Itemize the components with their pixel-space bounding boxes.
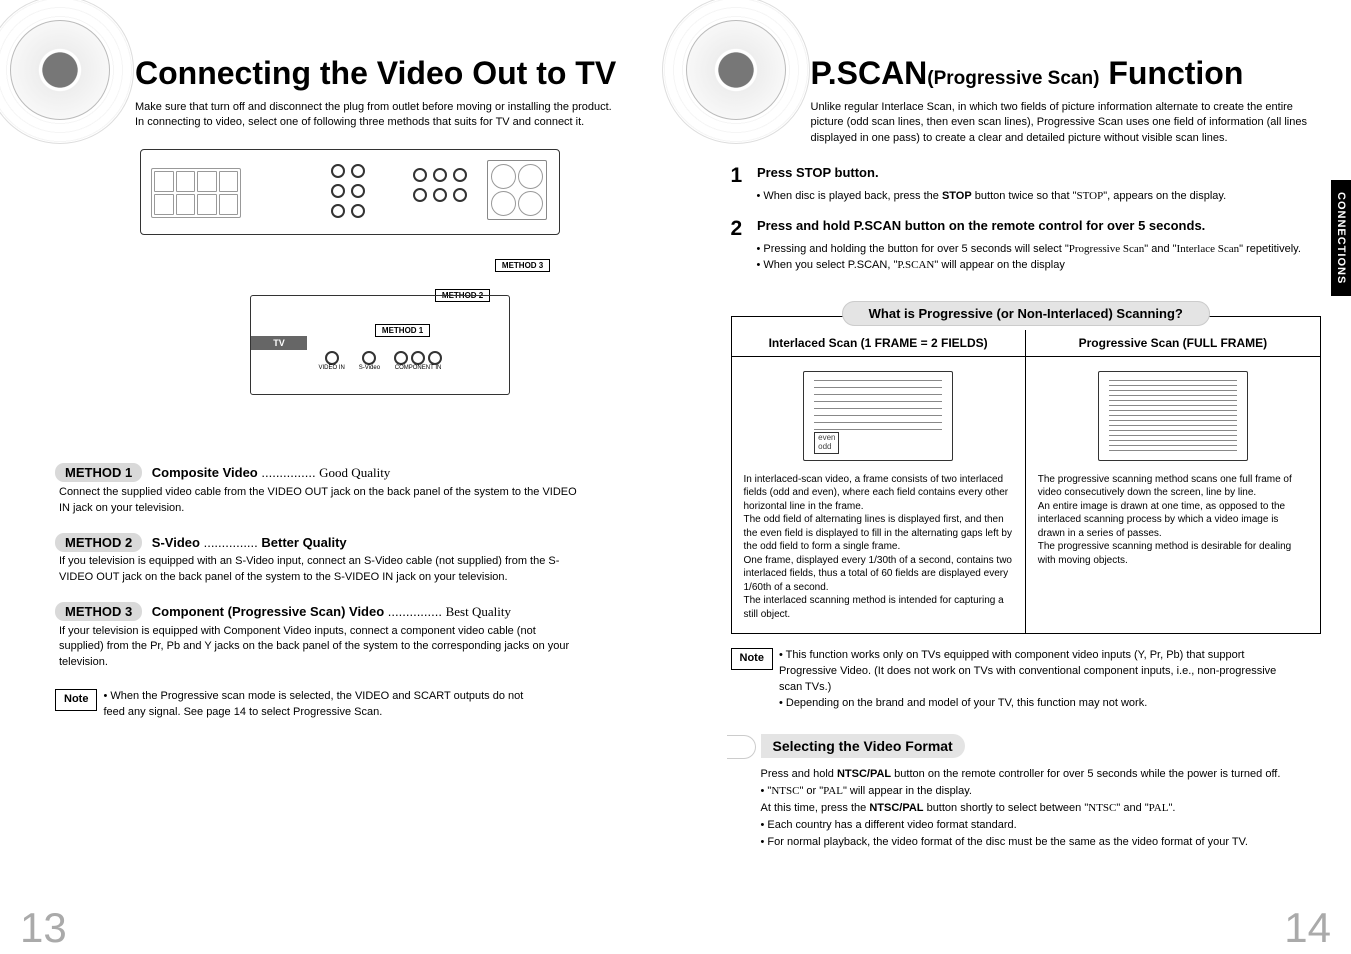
receiver-back — [140, 149, 560, 235]
whatbox-right-text: The progressive scanning method scans on… — [1038, 473, 1308, 568]
tv-box: TV VIDEO IN S-Video COMPONENT IN — [250, 295, 510, 395]
dots: ............... — [388, 604, 446, 619]
progressive-scan-icon — [1098, 371, 1248, 461]
ports-cluster-right — [413, 168, 469, 204]
step-1-num: 1 — [731, 164, 753, 188]
whatbox: What is Progressive (or Non-Interlaced) … — [731, 316, 1322, 635]
page-title-right: P.SCAN(Progressive Scan) Function — [811, 55, 1322, 92]
note-right: Note This function works only on TVs equ… — [731, 648, 1322, 712]
diagram-tag-method3: METHOD 3 — [495, 259, 550, 272]
method-2-name: S-Video — [152, 535, 200, 550]
tv-label: TV — [251, 336, 307, 350]
method-3-desc: If your television is equipped with Comp… — [59, 624, 579, 672]
intro-text-left: Make sure that turn off and disconnect t… — [135, 100, 646, 131]
step-2: 2 Press and hold P.SCAN button on the re… — [731, 217, 1322, 274]
ports-cluster-left — [151, 168, 241, 218]
method-2-desc: If you television is equipped with an S-… — [59, 554, 579, 586]
vf-b1: "NTSC" or "PAL" will appear in the displ… — [761, 783, 1322, 817]
ports-cluster-mid — [331, 164, 367, 220]
video-format-heading: Selecting the Video Format — [761, 734, 965, 758]
note-label-right: Note — [731, 648, 773, 670]
method-1: METHOD 1 Composite Video ...............… — [55, 465, 646, 517]
step-2-title: Press and hold P.SCAN button on the remo… — [757, 218, 1205, 233]
note-right-1: This function works only on TVs equipped… — [779, 648, 1299, 696]
step-1-title: Press STOP button. — [757, 165, 879, 180]
note-left-text: When the Progressive scan mode is select… — [103, 689, 543, 721]
video-format-body: Press and hold NTSC/PAL button on the re… — [761, 766, 1322, 851]
note-right-2: Depending on the brand and model of your… — [779, 696, 1299, 712]
method-3-quality: Best Quality — [446, 604, 511, 619]
whatbox-head-left: Interlaced Scan (1 FRAME = 2 FIELDS) — [732, 330, 1026, 357]
title-progressive: (Progressive Scan) — [927, 68, 1099, 89]
whatbox-left-text: In interlaced-scan video, a frame consis… — [744, 473, 1013, 622]
tv-port-component: COMPONENT IN — [394, 351, 442, 371]
sidebar-tab-connections: CONNECTIONS — [1331, 180, 1351, 296]
step-2-bullet-1: Pressing and holding the button for over… — [757, 241, 1322, 258]
whatbox-cell-right: The progressive scanning method scans on… — [1026, 357, 1320, 634]
whatbox-cell-left: evenodd In interlaced-scan video, a fram… — [732, 357, 1026, 634]
page-title-left: Connecting the Video Out to TV — [135, 55, 646, 92]
decorative-swirl-icon — [10, 20, 110, 120]
step-1-bullet: When disc is played back, press the STOP… — [757, 188, 1322, 205]
step-2-bullet-2: When you select P.SCAN, "P.SCAN" will ap… — [757, 257, 1322, 274]
method-2: METHOD 2 S-Video ............... Better … — [55, 535, 646, 586]
note-left: Note When the Progressive scan mode is s… — [55, 689, 646, 721]
method-1-badge: METHOD 1 — [55, 463, 142, 482]
method-1-quality: Good Quality — [319, 465, 390, 480]
note-label-left: Note — [55, 689, 97, 711]
method-3: METHOD 3 Component (Progressive Scan) Vi… — [55, 604, 646, 672]
vf-lead: Press and hold NTSC/PAL button on the re… — [761, 766, 1322, 783]
page-14: CONNECTIONS P.SCAN(Progressive Scan) Fun… — [676, 0, 1351, 954]
step-1: 1 Press STOP button. When disc is played… — [731, 164, 1322, 205]
tv-port-label-video-in: VIDEO IN — [318, 365, 344, 371]
title-pscan: P.SCAN — [811, 55, 928, 91]
method-2-quality: Better Quality — [261, 535, 346, 550]
tv-port-svideo: S-Video — [359, 351, 380, 371]
decorative-swirl-icon — [686, 20, 786, 120]
title-function: Function — [1099, 55, 1243, 91]
connection-diagram: METHOD 3 METHOD 2 METHOD 1 TV VIDEO IN S… — [140, 149, 560, 439]
step-2-num: 2 — [731, 217, 753, 241]
page-13: Connecting the Video Out to TV Make sure… — [0, 0, 676, 954]
ports-cluster-aux — [487, 160, 547, 220]
method-2-badge: METHOD 2 — [55, 533, 142, 552]
whatbox-title: What is Progressive (or Non-Interlaced) … — [842, 301, 1210, 326]
dots: ............... — [204, 535, 262, 550]
method-3-name: Component (Progressive Scan) Video — [152, 604, 384, 619]
vf-b3: For normal playback, the video format of… — [761, 834, 1322, 851]
page-number-13: 13 — [20, 904, 67, 952]
method-1-desc: Connect the supplied video cable from th… — [59, 485, 579, 517]
interlaced-scan-icon: evenodd — [803, 371, 953, 461]
method-3-badge: METHOD 3 — [55, 602, 142, 621]
tv-port-label-svideo: S-Video — [359, 365, 380, 371]
method-1-name: Composite Video — [152, 465, 258, 480]
tv-port-video-in: VIDEO IN — [318, 351, 344, 371]
tv-port-label-component: COMPONENT IN — [394, 365, 442, 371]
dots: ............... — [261, 465, 319, 480]
whatbox-head-right: Progressive Scan (FULL FRAME) — [1026, 330, 1320, 357]
vf-b2: Each country has a different video forma… — [761, 817, 1322, 834]
page-number-14: 14 — [1284, 904, 1331, 952]
intro-text-right: Unlike regular Interlace Scan, in which … — [811, 100, 1322, 146]
